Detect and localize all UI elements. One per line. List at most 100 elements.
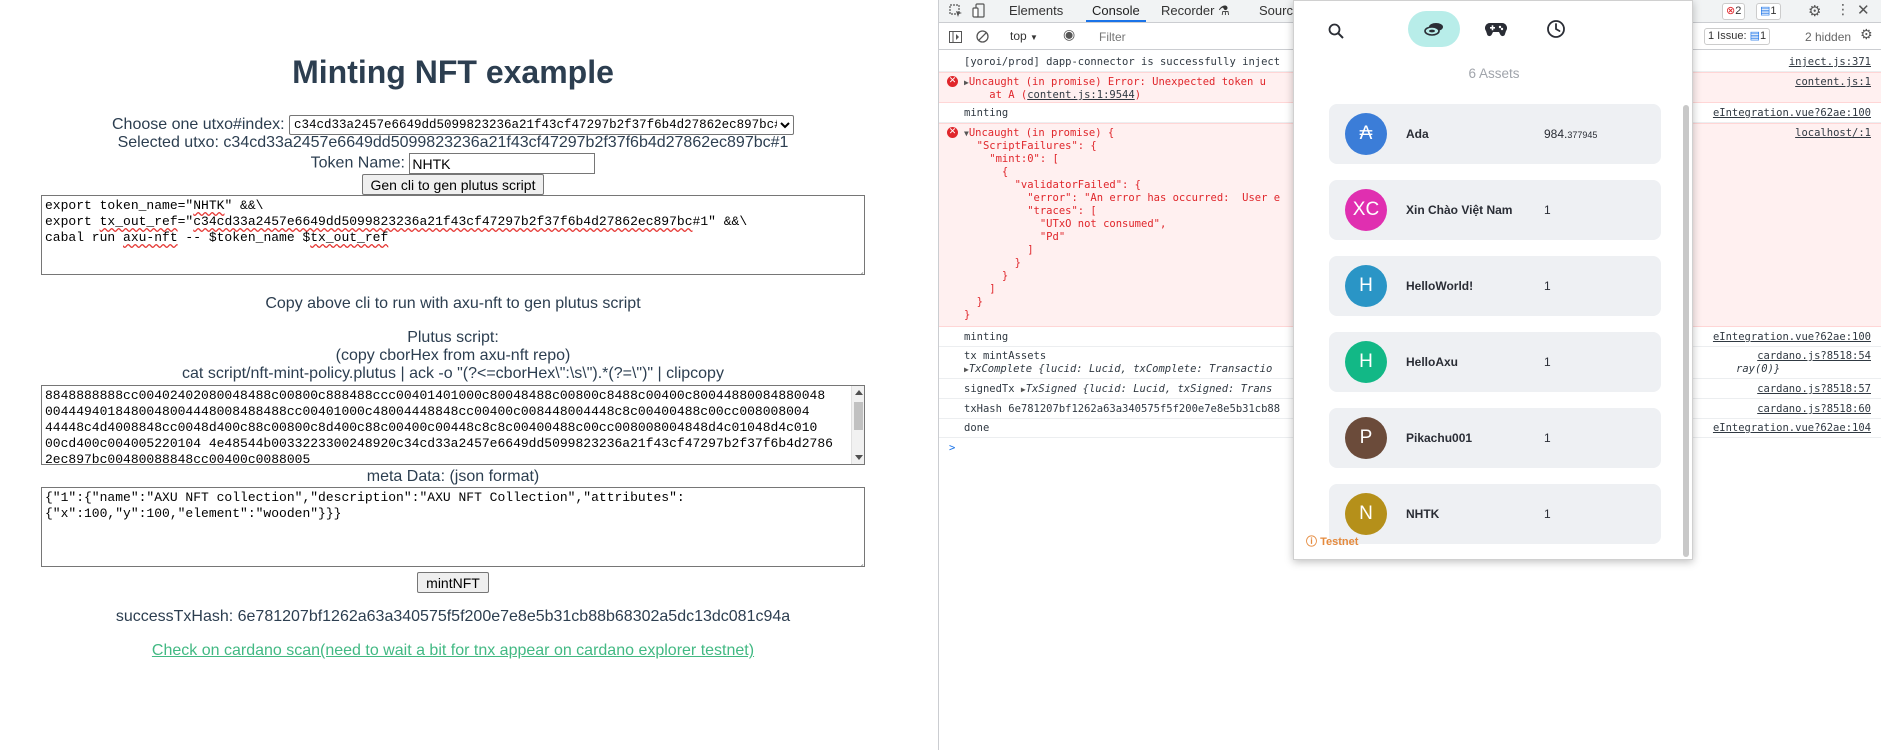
source-link[interactable]: cardano.js?8518:54 (1757, 350, 1871, 363)
utxo-row: Choose one utxo#index: c34cd33a2457e6649… (0, 115, 906, 135)
copy-hint: Copy above cli to run with axu-nft to ge… (265, 295, 641, 312)
source-link[interactable]: eIntegration.vue?62ae:104 (1713, 422, 1871, 435)
asset-amount: 1 (1544, 355, 1551, 369)
mint-row: mintNFT (0, 572, 906, 593)
asset-amount: 1 (1544, 203, 1551, 217)
plutus-scrollbar[interactable] (851, 386, 864, 464)
asset-row[interactable]: H HelloAxu 1 (1329, 332, 1661, 392)
message-icon: ▤ (1760, 5, 1771, 17)
issues-badge[interactable]: 1 Issue: ▤1 (1704, 28, 1771, 45)
scroll-down-arrow-icon[interactable] (855, 455, 863, 460)
asset-count: 6 Assets (1468, 66, 1520, 81)
cardano-scan-link[interactable]: Check on cardano scan(need to wait a bit… (152, 642, 754, 659)
error-icon: ⊗ (1726, 5, 1736, 17)
utxo-select[interactable]: c34cd33a2457e6649dd5099823236a21f43cf472… (289, 115, 795, 135)
asset-avatar: P (1345, 417, 1387, 459)
tab-elements[interactable]: Elements (1003, 0, 1069, 22)
asset-row[interactable]: N NHTK 1 (1329, 484, 1661, 544)
source-link[interactable]: content.js:1 (1795, 76, 1871, 89)
issue-icon: ▤ (1749, 30, 1760, 42)
asset-row[interactable]: P Pikachu001 1 (1329, 408, 1661, 468)
mint-nft-button[interactable]: mintNFT (417, 572, 489, 593)
resize-grip[interactable] (855, 557, 863, 565)
gen-cli-row: Gen cli to gen plutus script (0, 174, 906, 195)
gen-cli-button[interactable]: Gen cli to gen plutus script (361, 174, 545, 195)
token-name-input[interactable] (409, 153, 596, 174)
hidden-count: 2 hidden (1805, 30, 1852, 44)
asset-name: Xin Chào Việt Nam (1406, 202, 1513, 217)
ada-logo-icon: ₳ (1345, 113, 1387, 155)
close-devtools-icon[interactable]: ✕ (1857, 1, 1870, 19)
asset-row[interactable]: H HelloWorld! 1 (1329, 256, 1661, 316)
live-expression-eye-icon[interactable]: ◉ (1063, 27, 1075, 43)
plutus-hint-command: cat script/nft-mint-policy.plutus | ack … (182, 365, 724, 382)
asset-name: NHTK (1406, 506, 1440, 521)
source-link[interactable]: inject.js:371 (1789, 56, 1871, 69)
nav-assets-tab[interactable] (1408, 11, 1460, 47)
device-toolbar-icon[interactable] (972, 3, 986, 19)
cli-textarea[interactable]: export token_name="NHTK" &&\ export tx_o… (41, 195, 865, 275)
asset-list-scrollbar[interactable] (1683, 105, 1689, 557)
page-title: Minting NFT example (292, 54, 614, 90)
plutus-label: Plutus script: (407, 329, 499, 346)
meta-textarea[interactable]: {"1":{"name":"AXU NFT collection","descr… (41, 487, 865, 567)
error-x-icon: ✕ (947, 127, 958, 138)
source-link[interactable]: eIntegration.vue?62ae:100 (1713, 107, 1871, 120)
asset-row-ada[interactable]: ₳ Ada 984.377945 (1329, 104, 1661, 164)
source-link[interactable]: localhost/:1 (1795, 127, 1871, 140)
scroll-up-arrow-icon[interactable] (855, 390, 863, 395)
asset-amount: 1 (1544, 431, 1551, 445)
token-name-label: Token Name: (310, 154, 405, 172)
tab-recorder[interactable]: Recorder ⚗ (1155, 0, 1236, 22)
sidebar-toggle-icon[interactable] (949, 31, 962, 43)
asset-name: Ada (1406, 126, 1429, 141)
gamepad-icon (1485, 23, 1507, 37)
source-link[interactable]: cardano.js?8518:60 (1757, 403, 1871, 416)
source-link[interactable]: cardano.js?8518:57 (1757, 383, 1871, 396)
nav-nfts-tab[interactable] (1478, 11, 1514, 47)
asset-amount: 1 (1544, 507, 1551, 521)
scroll-thumb[interactable] (854, 402, 863, 430)
dapp-page: Minting NFT example Choose one utxo#inde… (0, 0, 938, 750)
error-count-badge[interactable]: ⊗2 (1722, 3, 1746, 20)
network-indicator: ⓘ Testnet (1306, 536, 1359, 548)
plutus-textarea[interactable]: 8848888888cc00402402080048488c00800c8884… (41, 385, 865, 465)
asset-avatar: N (1345, 493, 1387, 535)
success-tx-hash: successTxHash: 6e781207bf1262a63a340575f… (115, 608, 791, 625)
stack-link[interactable]: content.js:1:9544 (1027, 89, 1134, 101)
resize-grip[interactable] (855, 265, 863, 273)
console-settings-gear-icon[interactable]: ⚙ (1860, 27, 1873, 43)
tab-console[interactable]: Console (1086, 0, 1146, 22)
dropdown-arrow-icon: ▼ (1030, 33, 1038, 42)
source-link[interactable]: eIntegration.vue?62ae:100 (1713, 331, 1871, 344)
plutus-hint-repo: (copy cborHex from axu-nft repo) (335, 347, 571, 364)
asset-avatar: XC (1345, 189, 1387, 231)
meta-label: meta Data: (json format) (366, 468, 540, 485)
asset-amount: 984.377945 (1544, 127, 1598, 141)
context-select[interactable]: top ▼ (1010, 29, 1038, 43)
asset-name: HelloWorld! (1406, 278, 1474, 293)
asset-amount: 1 (1544, 279, 1551, 293)
asset-row[interactable]: XC Xin Chào Việt Nam 1 (1329, 180, 1661, 240)
flask-icon: ⚗ (1218, 3, 1230, 18)
info-count-badge[interactable]: ▤1 (1756, 3, 1781, 20)
inspect-element-icon[interactable] (949, 4, 963, 18)
clear-console-icon[interactable] (976, 30, 989, 43)
info-circle-icon: ⓘ (1306, 536, 1317, 548)
asset-avatar: H (1345, 341, 1387, 383)
asset-name: HelloAxu (1406, 354, 1459, 369)
nav-history-tab[interactable] (1538, 11, 1574, 47)
more-vert-icon[interactable]: ⋮ (1836, 2, 1850, 18)
search-icon[interactable] (1328, 23, 1344, 39)
yoroi-wallet-popup: 6 Assets ₳ Ada 984.377945 XC Xin Chào Vi… (1293, 0, 1693, 560)
choose-utxo-label: Choose one utxo#index: (111, 116, 285, 134)
asset-name: Pikachu001 (1406, 430, 1473, 445)
coins-icon (1424, 23, 1443, 36)
token-name-row: Token Name: (0, 153, 906, 174)
error-x-icon: ✕ (947, 76, 958, 87)
clock-icon (1547, 20, 1565, 38)
selected-utxo-text: Selected utxo: c34cd33a2457e6649dd509982… (117, 134, 789, 151)
settings-gear-icon[interactable]: ⚙ (1808, 2, 1821, 20)
asset-avatar: H (1345, 265, 1387, 307)
console-filter-input[interactable] (1095, 27, 1295, 47)
